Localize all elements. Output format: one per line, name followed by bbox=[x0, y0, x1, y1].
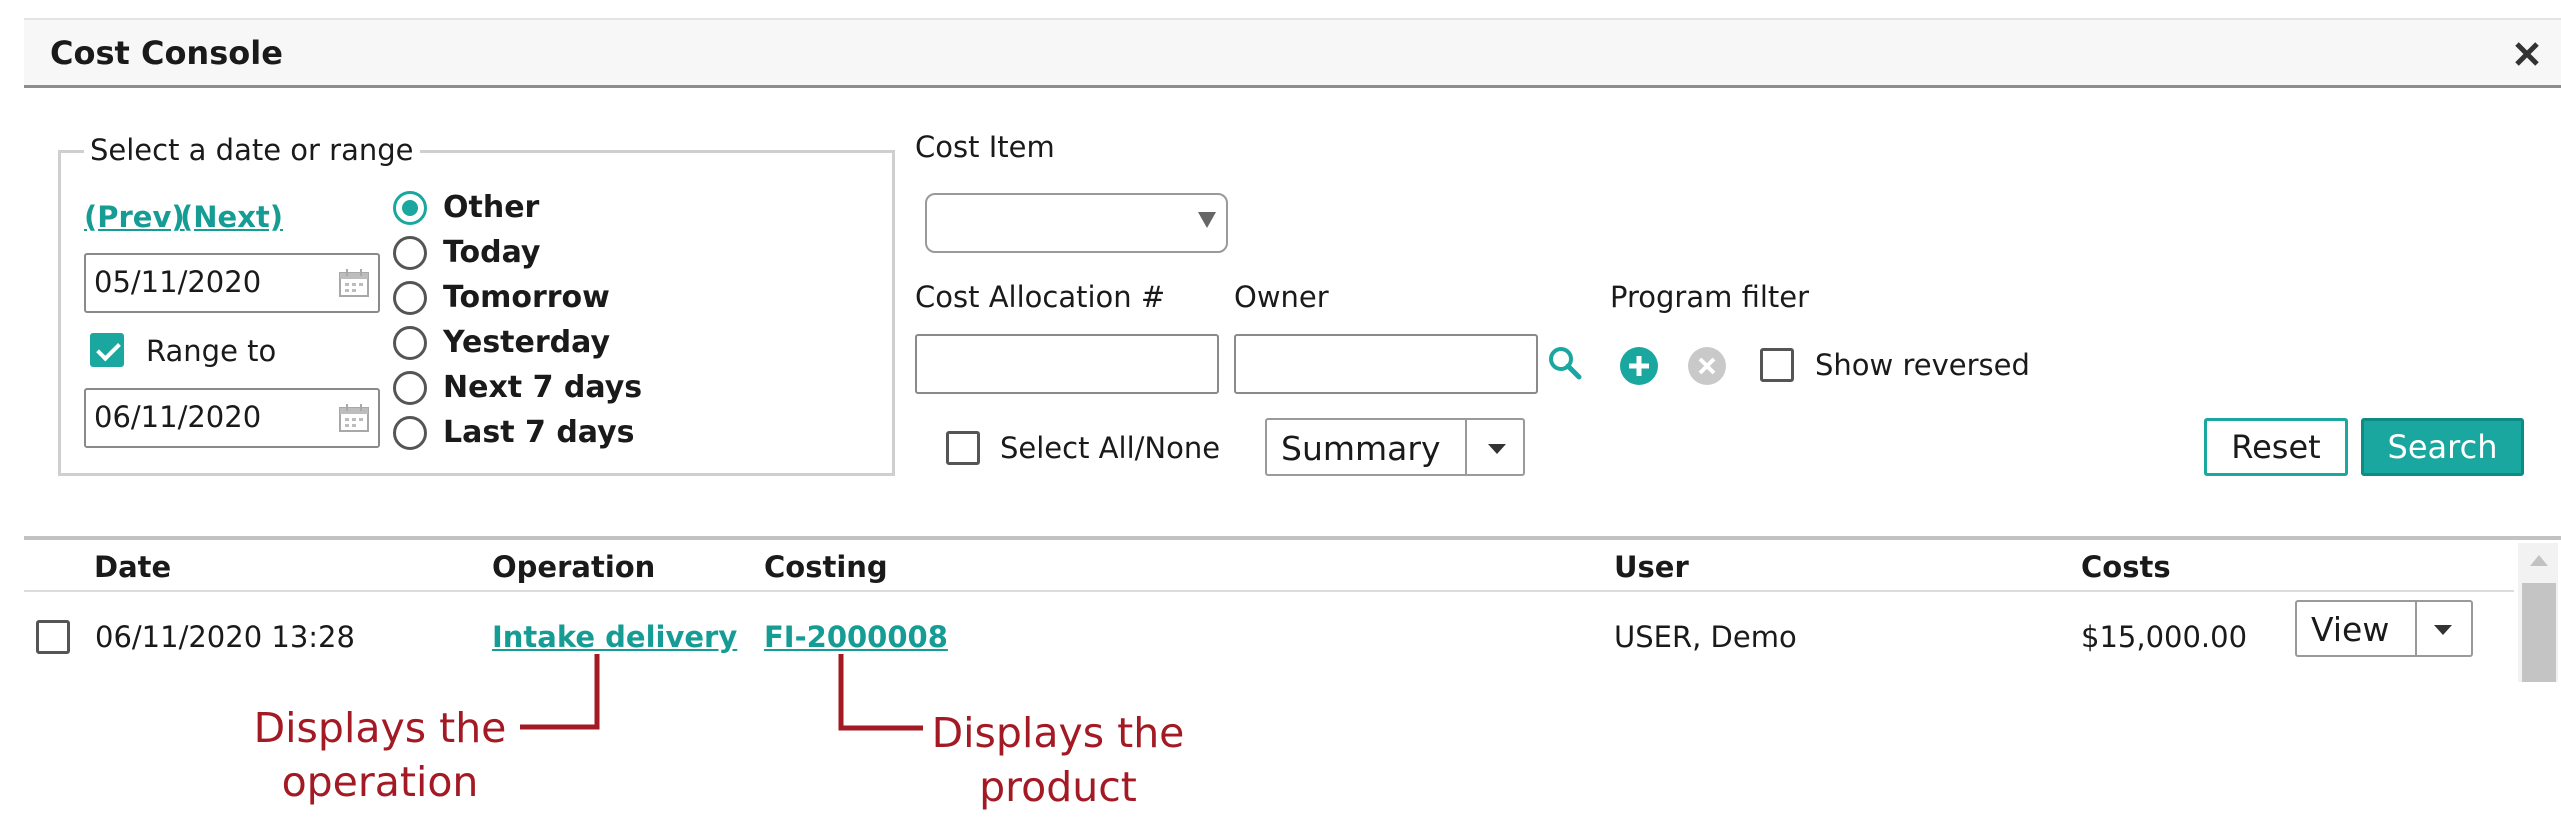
product-annotation: Displays the product bbox=[908, 706, 1208, 814]
radio-next-7-days[interactable] bbox=[393, 371, 427, 405]
radio-label-tomorrow: Tomorrow bbox=[443, 280, 610, 315]
date-range-legend: Select a date or range bbox=[84, 133, 420, 167]
cost-item-select[interactable] bbox=[925, 193, 1228, 253]
owner-label: Owner bbox=[1234, 280, 1329, 314]
operation-link[interactable]: Intake delivery bbox=[492, 620, 737, 654]
select-all-checkbox[interactable] bbox=[946, 431, 980, 465]
view-action-label: View bbox=[2311, 610, 2390, 649]
table-scrollbar[interactable] bbox=[2518, 543, 2558, 682]
radio-label-other: Other bbox=[443, 190, 540, 225]
remove-icon[interactable] bbox=[1687, 346, 1727, 386]
screenshot-stage: Cost Console Select a date or range (Pre… bbox=[0, 0, 2561, 828]
radio-last-7-days[interactable] bbox=[393, 416, 427, 450]
start-date-value: 05/11/2020 bbox=[94, 265, 262, 299]
radio-tomorrow[interactable] bbox=[393, 281, 427, 315]
cost-allocation-label: Cost Allocation # bbox=[915, 280, 1166, 314]
search-icon[interactable] bbox=[1546, 344, 1584, 382]
view-mode-select[interactable]: Summary bbox=[1265, 418, 1525, 476]
chevron-down-icon bbox=[1488, 444, 1506, 454]
search-button[interactable]: Search bbox=[2361, 418, 2524, 476]
chevron-down-icon bbox=[1198, 212, 1216, 228]
scroll-up-icon[interactable] bbox=[2530, 555, 2548, 566]
radio-yesterday[interactable] bbox=[393, 326, 427, 360]
radio-other[interactable] bbox=[393, 191, 427, 225]
show-reversed-label: Show reversed bbox=[1815, 348, 2030, 382]
dialog-title: Cost Console bbox=[50, 34, 283, 72]
radio-label-last-7-days: Last 7 days bbox=[443, 415, 635, 450]
table-top-border bbox=[24, 536, 2561, 540]
column-header-operation[interactable]: Operation bbox=[492, 550, 655, 584]
scrollbar-thumb[interactable] bbox=[2522, 583, 2556, 682]
operation-annotation-line1: Displays the bbox=[253, 704, 507, 752]
costing-link[interactable]: FI-2000008 bbox=[764, 620, 948, 654]
radio-label-yesterday: Yesterday bbox=[443, 325, 611, 360]
radio-today[interactable] bbox=[393, 236, 427, 270]
range-to-label: Range to bbox=[146, 334, 277, 368]
end-date-value: 06/11/2020 bbox=[94, 400, 262, 434]
operation-annotation: Displays the operation bbox=[230, 701, 530, 809]
product-annotation-line2: product bbox=[979, 763, 1137, 811]
row-costs: $15,000.00 bbox=[2081, 620, 2248, 654]
column-header-costing[interactable]: Costing bbox=[764, 550, 888, 584]
radio-label-next-7-days: Next 7 days bbox=[443, 370, 643, 405]
view-action-button[interactable]: View bbox=[2295, 600, 2473, 657]
show-reversed-checkbox[interactable] bbox=[1760, 348, 1794, 382]
header-divider bbox=[24, 590, 2514, 592]
owner-input[interactable] bbox=[1234, 334, 1538, 394]
view-mode-value: Summary bbox=[1281, 429, 1441, 468]
dropdown-separator bbox=[2415, 602, 2417, 655]
close-icon[interactable] bbox=[2509, 36, 2545, 72]
select-all-label: Select All/None bbox=[1000, 431, 1221, 465]
row-user: USER, Demo bbox=[1614, 620, 1797, 654]
column-header-costs[interactable]: Costs bbox=[2081, 550, 2171, 584]
cost-item-label: Cost Item bbox=[915, 130, 1055, 164]
range-to-checkbox[interactable] bbox=[90, 333, 124, 367]
cost-allocation-input[interactable] bbox=[915, 334, 1219, 394]
dropdown-separator bbox=[1465, 420, 1467, 474]
next-link[interactable]: (Next) bbox=[180, 200, 283, 234]
radio-label-today: Today bbox=[443, 235, 541, 270]
column-header-user[interactable]: User bbox=[1614, 550, 1689, 584]
chevron-down-icon[interactable] bbox=[2434, 625, 2452, 635]
product-annotation-line1: Displays the bbox=[931, 709, 1185, 757]
operation-annotation-line2: operation bbox=[281, 758, 479, 806]
column-header-date[interactable]: Date bbox=[94, 550, 171, 584]
start-date-input[interactable]: 05/11/2020 bbox=[84, 253, 380, 313]
reset-button[interactable]: Reset bbox=[2204, 418, 2348, 476]
prev-link[interactable]: (Prev) bbox=[84, 200, 185, 234]
calendar-icon[interactable] bbox=[338, 403, 370, 433]
calendar-icon[interactable] bbox=[338, 268, 370, 298]
row-checkbox[interactable] bbox=[36, 620, 70, 654]
row-date: 06/11/2020 13:28 bbox=[95, 620, 355, 654]
program-filter-label: Program filter bbox=[1610, 280, 1810, 314]
end-date-input[interactable]: 06/11/2020 bbox=[84, 388, 380, 448]
add-icon[interactable] bbox=[1619, 346, 1659, 386]
dialog-titlebar: Cost Console bbox=[24, 20, 2561, 88]
